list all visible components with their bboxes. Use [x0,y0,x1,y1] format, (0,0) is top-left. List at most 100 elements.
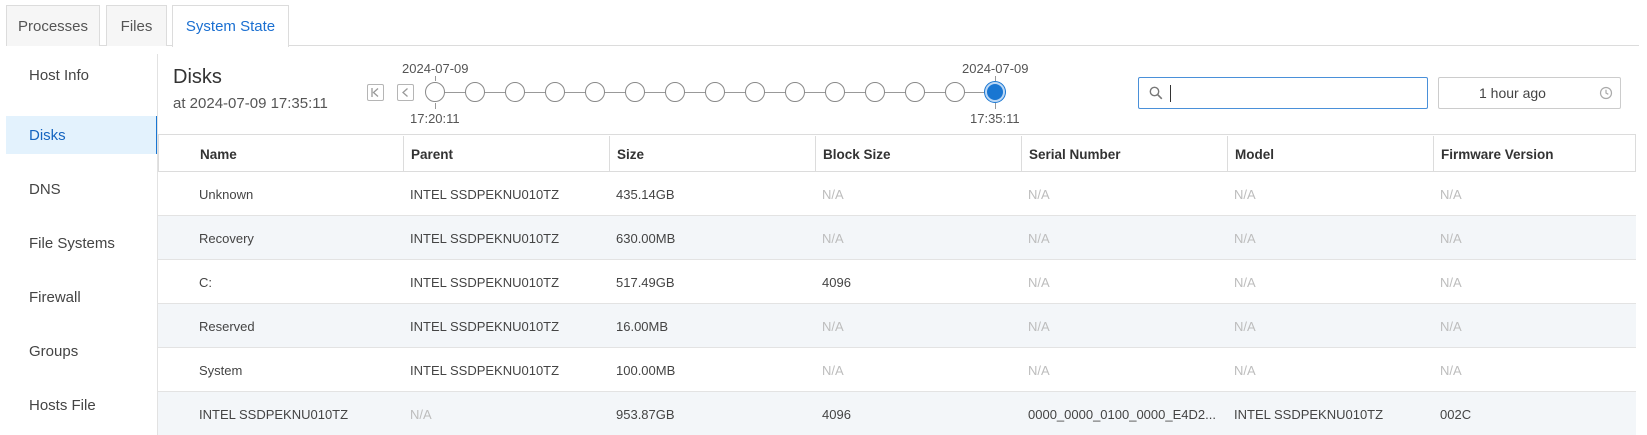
cell-block-size: N/A [822,362,844,378]
cell-parent: INTEL SSDPEKNU010TZ [410,318,560,334]
column-divider[interactable] [1433,136,1434,171]
sidebar-item-groups[interactable]: Groups [6,332,158,370]
tab-system-state[interactable]: System State [172,5,289,47]
timeline-point[interactable] [905,82,925,102]
sidebar-item-file-systems[interactable]: File Systems [6,224,158,262]
cell-model: N/A [1234,274,1256,290]
table-row[interactable]: Reserved INTEL SSDPEKNU010TZ 16.00MB N/A N/A… [158,304,1636,348]
column-header-model[interactable]: Model [1235,135,1274,173]
table-row[interactable]: C: INTEL SSDPEKNU010TZ 517.49GB 4096 N/A N/A N… [158,260,1636,304]
timeline-point[interactable] [545,82,565,102]
table-row[interactable]: Recovery INTEL SSDPEKNU010TZ 630.00MB N/A N/… [158,216,1636,260]
cell-block-size: N/A [822,230,844,246]
cell-firmware-version: N/A [1440,362,1462,378]
clock-icon [1599,86,1613,100]
timeline-point[interactable] [825,82,845,102]
column-header-block-size[interactable]: Block Size [823,135,891,173]
sidebar-item-firewall[interactable]: Firewall [6,278,158,316]
cell-parent: INTEL SSDPEKNU010TZ [410,186,560,202]
cell-size: 630.00MB [616,230,676,246]
cell-model: N/A [1234,362,1256,378]
sidebar-item-hosts-file[interactable]: Hosts File [6,386,158,424]
page-subtitle: at 2024-07-09 17:35:11 [173,95,328,112]
cell-block-size: N/A [822,318,844,334]
sidebar-item-disks[interactable]: Disks [6,116,158,154]
column-divider[interactable] [1227,136,1228,171]
sidebar-item-host-info[interactable]: Host Info [6,56,158,94]
table-row[interactable]: INTEL SSDPEKNU010TZ N/A 953.87GB 4096 0000_0… [158,392,1636,435]
tab-bar: Processes Files System State [0,0,1647,47]
page-title: Disks [173,66,222,88]
previous-snapshot-button[interactable] [397,84,414,101]
column-divider[interactable] [403,136,404,171]
timeline-point[interactable] [625,82,645,102]
cell-parent: INTEL SSDPEKNU010TZ [410,274,560,290]
cell-parent: INTEL SSDPEKNU010TZ [410,362,560,378]
sidebar-item-dns[interactable]: DNS [6,170,158,208]
column-header-firmware-version[interactable]: Firmware Version [1441,135,1554,173]
cell-block-size: 4096 [822,274,851,290]
cell-firmware-version: N/A [1440,318,1462,334]
cell-size: 100.00MB [616,362,676,378]
cell-block-size: N/A [822,186,844,202]
column-header-serial-number[interactable]: Serial Number [1029,135,1121,173]
first-snapshot-button[interactable] [367,84,384,101]
cell-name: INTEL SSDPEKNU010TZ [199,406,349,422]
timeline-point[interactable] [785,82,805,102]
cell-model: N/A [1234,318,1256,334]
cell-size: 16.00MB [616,318,669,334]
cell-parent: INTEL SSDPEKNU010TZ [410,230,560,246]
timeline-point[interactable] [945,82,965,102]
cell-firmware-version: N/A [1440,274,1462,290]
search-icon [1149,86,1163,100]
cell-name: C: [199,274,212,290]
cell-firmware-version: 002C [1440,406,1472,422]
tab-processes[interactable]: Processes [6,5,100,46]
timeline-point[interactable] [745,82,765,102]
column-header-parent[interactable]: Parent [411,135,453,173]
search-input[interactable] [1169,82,1419,104]
timeline-point[interactable] [865,82,885,102]
timeline-end-date: 2024-07-09 [962,61,1029,76]
column-header-name[interactable]: Name [200,135,237,173]
timeline-point[interactable] [585,82,605,102]
column-divider[interactable] [609,136,610,171]
cell-name: Unknown [199,186,254,202]
timeline-start-time: 17:20:11 [410,111,460,126]
tab-files[interactable]: Files [106,5,167,46]
column-header-size[interactable]: Size [617,135,644,173]
cell-model: N/A [1234,186,1256,202]
column-divider[interactable] [815,136,816,171]
cell-size: 953.87GB [616,406,675,422]
cell-serial-number: 0000_0000_0100_0000_E4D2... [1028,406,1216,422]
table-row[interactable]: System INTEL SSDPEKNU010TZ 100.00MB N/A N/A N… [158,348,1636,392]
timeline-point[interactable] [505,82,525,102]
cell-model: INTEL SSDPEKNU010TZ [1234,406,1384,422]
cell-firmware-version: N/A [1440,230,1462,246]
cell-serial-number: N/A [1028,186,1050,202]
timeline-end-time: 17:35:11 [970,111,1020,126]
cell-serial-number: N/A [1028,230,1050,246]
column-divider[interactable] [1021,136,1022,171]
table-row[interactable]: Unknown INTEL SSDPEKNU010TZ 435.14GB N/A N/A… [158,172,1636,216]
skip-first-icon [371,88,379,97]
cell-serial-number: N/A [1028,318,1050,334]
cell-name: Recovery [199,230,254,246]
timeline-point[interactable] [465,82,485,102]
cell-block-size: 4096 [822,406,851,422]
cell-serial-number: N/A [1028,362,1050,378]
cell-name: System [199,362,243,378]
snapshot-timeline [425,78,1005,108]
timeline-point[interactable] [425,82,445,102]
timeline-point[interactable] [985,82,1005,102]
text-caret [1170,85,1171,102]
time-range-selector[interactable]: 1 hour ago [1438,77,1621,109]
table-header: Name Parent Size Block Size Serial Numbe… [158,134,1636,172]
cell-firmware-version: N/A [1440,186,1462,202]
search-box[interactable] [1138,77,1428,109]
cell-name: Reserved [199,318,255,334]
chevron-left-icon [402,88,408,97]
timeline-point[interactable] [665,82,685,102]
cell-serial-number: N/A [1028,274,1050,290]
timeline-point[interactable] [705,82,725,102]
